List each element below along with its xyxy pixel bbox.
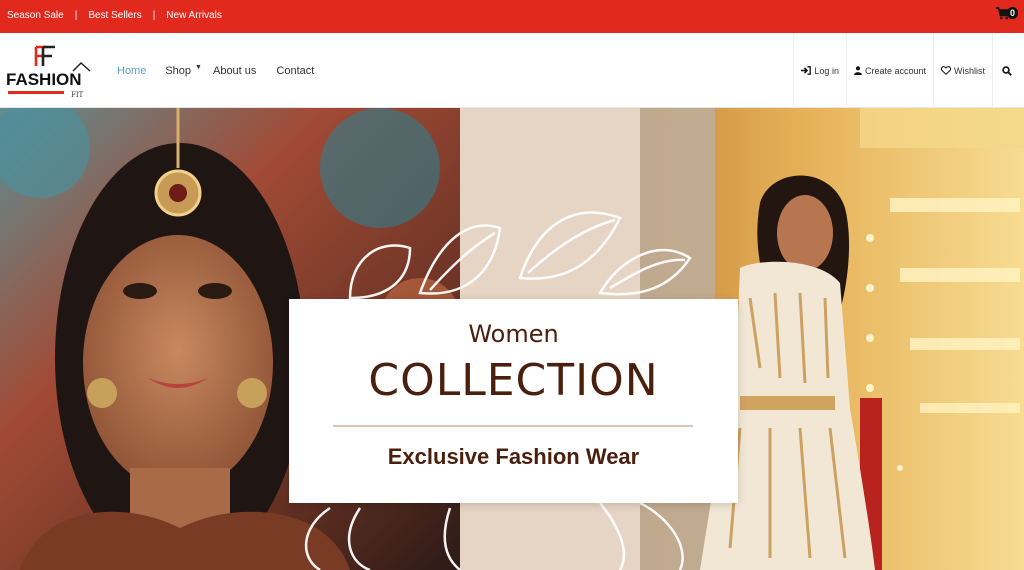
divider [333, 425, 693, 427]
cart-count-badge: 0 [1007, 7, 1018, 19]
logo-word: FASHION [6, 70, 82, 89]
collection-card[interactable]: Women COLLECTION Exclusive Fashion Wear [289, 299, 738, 503]
nav-contact[interactable]: Contact [276, 65, 314, 77]
new-arrivals-link[interactable]: New Arrivals [166, 10, 222, 21]
hero-subtitle: Women [468, 320, 559, 348]
wishlist-label: Wishlist [954, 65, 985, 76]
sign-in-icon [801, 66, 812, 75]
promo-bar: Season Sale | Best Sellers | New Arrival… [0, 0, 1024, 33]
chevron-down-icon[interactable]: ▼ [195, 64, 202, 76]
heart-icon [941, 66, 951, 75]
nav-home[interactable]: Home [117, 65, 146, 77]
account-links: Log in Create account Wishlist [793, 33, 1024, 108]
create-account-label: Create account [864, 65, 926, 76]
separator: | [74, 10, 78, 21]
login-label: Log in [814, 65, 839, 76]
hero-banner[interactable]: Women COLLECTION Exclusive Fashion Wear [0, 108, 1024, 570]
nav-shop[interactable]: Shop [165, 65, 191, 77]
main-nav: Home Shop ▼ About us Contact [117, 64, 314, 77]
hero-title: COLLECTION [368, 355, 659, 406]
best-sellers-link[interactable]: Best Sellers [88, 10, 141, 21]
cart-button[interactable]: 0 [996, 6, 1018, 22]
fashion-fit-logo[interactable]: FASHION FIT [5, 41, 93, 101]
site-header: FASHION FIT Home Shop ▼ About us Contact… [0, 33, 1024, 108]
season-sale-link[interactable]: Season Sale [7, 10, 64, 21]
login-link[interactable]: Log in [793, 33, 846, 108]
logo-subtext: FIT [71, 91, 84, 99]
wishlist-link[interactable]: Wishlist [933, 33, 992, 108]
create-account-link[interactable]: Create account [845, 33, 933, 108]
user-icon [853, 66, 862, 75]
separator: | [152, 10, 156, 21]
search-icon [1002, 65, 1012, 76]
nav-about[interactable]: About us [213, 65, 256, 77]
promo-links: Season Sale | Best Sellers | New Arrival… [7, 10, 222, 21]
search-button[interactable] [992, 33, 1024, 108]
hero-tagline: Exclusive Fashion Wear [387, 444, 640, 469]
